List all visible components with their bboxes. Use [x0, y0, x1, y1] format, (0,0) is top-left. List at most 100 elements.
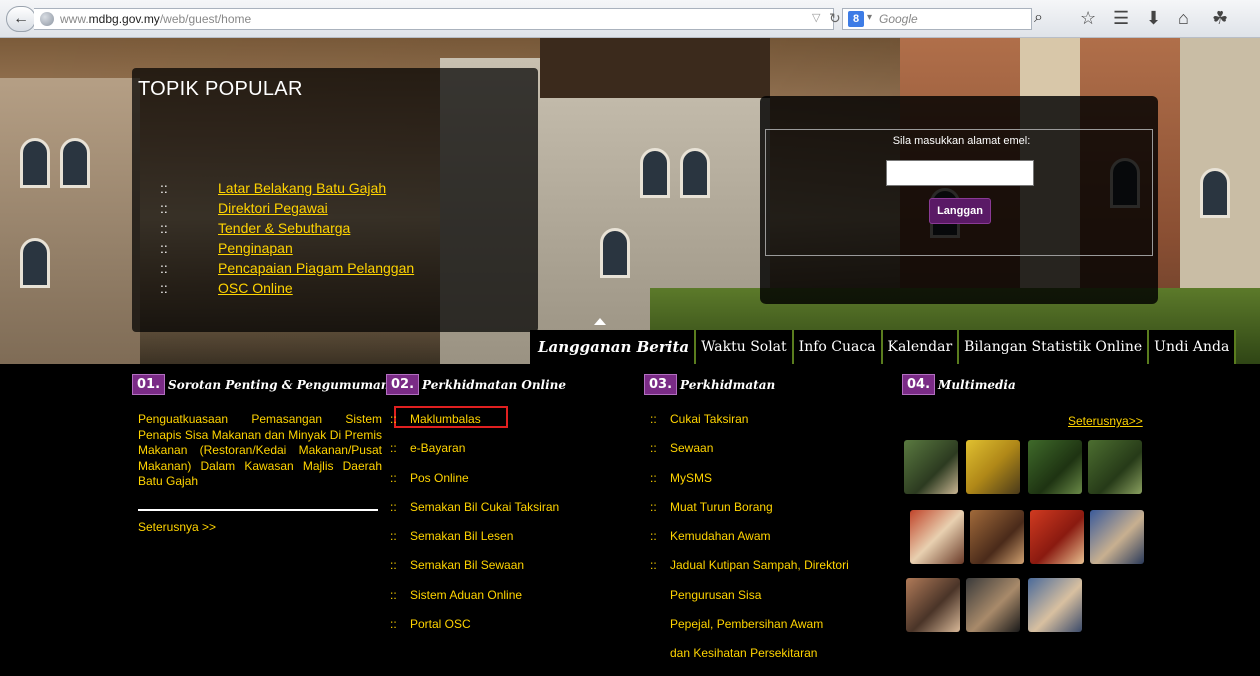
service-link-continuation[interactable]: Pengurusan Sisa — [650, 588, 849, 617]
url-text: www.mdbg.gov.my/web/guest/home — [60, 12, 252, 26]
service-link[interactable]: Pos Online — [410, 471, 469, 485]
browser-toolbar: ← www.mdbg.gov.my/web/guest/home ▽ ↻ 8 ▾… — [0, 0, 1260, 38]
topic-link[interactable]: Pencapaian Piagam Pelanggan — [218, 260, 414, 276]
arched-window — [600, 228, 630, 278]
section-title: Perkhidmatan Online — [422, 377, 567, 392]
announcements-more-link[interactable]: Seterusnya >> — [138, 520, 216, 534]
announcement-link[interactable]: Penguatkuasaan Pemasangan Sistem Penapis… — [138, 412, 382, 490]
info-tabs: Langganan Berita Waktu Solat Info Cuaca … — [530, 330, 1237, 364]
active-tab-pointer-icon — [594, 318, 606, 325]
service-link[interactable]: Muat Turun Borang — [670, 500, 773, 514]
building-roof — [540, 38, 770, 98]
list-item: :: Cukai Taksiran — [650, 412, 749, 426]
list-item: :: Tender & Sebutharga — [160, 220, 351, 236]
search-bar[interactable]: 8 ▾ Google — [842, 8, 1032, 30]
subscribe-button[interactable]: Langgan — [929, 198, 991, 224]
topic-link[interactable]: Latar Belakang Batu Gajah — [218, 180, 386, 196]
list-item: :: Pos Online — [390, 470, 469, 485]
service-link[interactable]: Sistem Aduan Online — [410, 588, 522, 602]
search-engine-icon[interactable]: 8 — [848, 11, 864, 27]
extension-icon[interactable]: ☘ — [1212, 8, 1228, 29]
gallery-thumbnail[interactable] — [910, 510, 964, 564]
email-field[interactable] — [886, 160, 1034, 186]
service-link-continuation[interactable]: Pepejal, Pembersihan Awam — [650, 617, 849, 646]
list-item: :: Sistem Aduan Online — [390, 587, 523, 602]
list-item: :: Semakan Bil Cukai Taksiran — [390, 499, 560, 514]
service-link[interactable]: Semakan Bil Sewaan — [410, 558, 524, 572]
back-button[interactable]: ← — [6, 6, 36, 32]
service-link[interactable]: Semakan Bil Cukai Taksiran — [410, 500, 559, 514]
arched-window — [680, 148, 710, 198]
section-header-online-services: 02. Perkhidmatan Online — [386, 374, 566, 396]
list-item: :: Kemudahan Awam — [650, 529, 771, 544]
tab-statistik[interactable]: Bilangan Statistik Online — [959, 330, 1150, 364]
service-link[interactable]: Sewaan — [670, 441, 713, 455]
gallery-thumbnail[interactable] — [970, 510, 1024, 564]
address-bar[interactable]: www.mdbg.gov.my/web/guest/home ▽ ↻ — [34, 8, 841, 30]
topic-link[interactable]: Penginapan — [218, 240, 293, 256]
list-item: :: Semakan Bil Sewaan — [390, 558, 525, 573]
list-item: :: OSC Online — [160, 280, 293, 296]
tab-info-cuaca[interactable]: Info Cuaca — [793, 330, 883, 364]
multimedia-more-link[interactable]: Seterusnya>> — [1068, 414, 1143, 428]
section-title: Sorotan Penting & Pengumuman — [168, 377, 390, 392]
service-link[interactable]: MySMS — [670, 471, 712, 485]
service-link[interactable]: Kemudahan Awam — [670, 529, 771, 543]
divider — [138, 509, 378, 511]
arched-window — [60, 138, 90, 188]
arched-window — [1200, 168, 1230, 218]
building-left — [0, 78, 140, 364]
gallery-thumbnail[interactable] — [1090, 510, 1144, 564]
section-title: Multimedia — [938, 377, 1016, 392]
newsletter-panel: Sila masukkan alamat emel: Langgan — [760, 96, 1158, 304]
gallery-thumbnail[interactable] — [1088, 440, 1142, 494]
gallery-thumbnail[interactable] — [1028, 440, 1082, 494]
section-header-multimedia: 04. Multimedia — [902, 374, 1016, 396]
tab-langganan-berita[interactable]: Langganan Berita — [530, 330, 697, 364]
tab-waktu-solat[interactable]: Waktu Solat — [696, 330, 794, 364]
search-engine-dropdown-icon[interactable]: ▾ — [867, 12, 872, 23]
service-link[interactable]: Maklumbalas — [410, 412, 481, 426]
tab-undi-anda[interactable]: Undi Anda — [1149, 330, 1237, 364]
arched-window — [640, 148, 670, 198]
service-link[interactable]: Semakan Bil Lesen — [410, 529, 513, 543]
gallery-thumbnail[interactable] — [906, 578, 960, 632]
service-link-continuation[interactable]: dan Kesihatan Persekitaran — [650, 646, 849, 675]
url-domain: mdbg.gov.my — [88, 12, 160, 26]
list-item: :: Latar Belakang Batu Gajah — [160, 180, 387, 196]
list-item: :: Maklumbalas — [390, 412, 481, 426]
search-icon[interactable]: ⌕ — [1034, 9, 1043, 27]
popular-topics-list: :: Latar Belakang Batu Gajah :: Direktori … — [160, 180, 414, 300]
newsletter-form: Sila masukkan alamat emel: Langgan — [765, 129, 1153, 256]
site-identity-icon[interactable] — [40, 12, 54, 26]
bookmark-star-icon[interactable]: ☆ — [1080, 8, 1096, 29]
bookmarks-list-icon[interactable]: ☰ — [1113, 8, 1129, 29]
gallery-thumbnail[interactable] — [1030, 510, 1084, 564]
reload-icon[interactable]: ↻ — [829, 10, 841, 27]
service-link[interactable]: Cukai Taksiran — [670, 412, 748, 426]
list-item: :: Portal OSC — [390, 617, 471, 632]
topic-link[interactable]: Direktori Pegawai — [218, 200, 328, 216]
section-header-services: 03. Perkhidmatan — [644, 374, 775, 396]
download-icon[interactable]: ⬇ — [1146, 8, 1161, 29]
service-link[interactable]: Jadual Kutipan Sampah, Direktori — [670, 558, 849, 572]
topic-link[interactable]: Tender & Sebutharga — [218, 220, 350, 236]
service-link[interactable]: Portal OSC — [410, 617, 471, 631]
topic-link[interactable]: OSC Online — [218, 280, 293, 296]
email-label: Sila masukkan alamat emel: — [892, 135, 1031, 147]
main-content: 01. Sorotan Penting & Pengumuman Penguatk… — [0, 364, 1260, 662]
gallery-thumbnail[interactable] — [904, 440, 958, 494]
services-list: :: Cukai Taksiran :: Sewaan :: MySMS :: Muat… — [650, 412, 849, 676]
service-link[interactable]: e-Bayaran — [410, 441, 465, 455]
tab-kalendar[interactable]: Kalendar — [882, 330, 960, 364]
history-dropdown-icon[interactable]: ▽ — [812, 11, 820, 24]
list-item: :: Muat Turun Borang — [650, 499, 773, 514]
home-icon[interactable]: ⌂ — [1178, 8, 1189, 29]
arched-window — [20, 138, 50, 188]
section-header-announcements: 01. Sorotan Penting & Pengumuman — [132, 374, 390, 396]
gallery-thumbnail[interactable] — [1028, 578, 1082, 632]
gallery-thumbnail[interactable] — [966, 578, 1020, 632]
gallery-thumbnail[interactable] — [966, 440, 1020, 494]
list-item: :: Direktori Pegawai — [160, 200, 328, 216]
search-placeholder: Google — [879, 12, 918, 26]
